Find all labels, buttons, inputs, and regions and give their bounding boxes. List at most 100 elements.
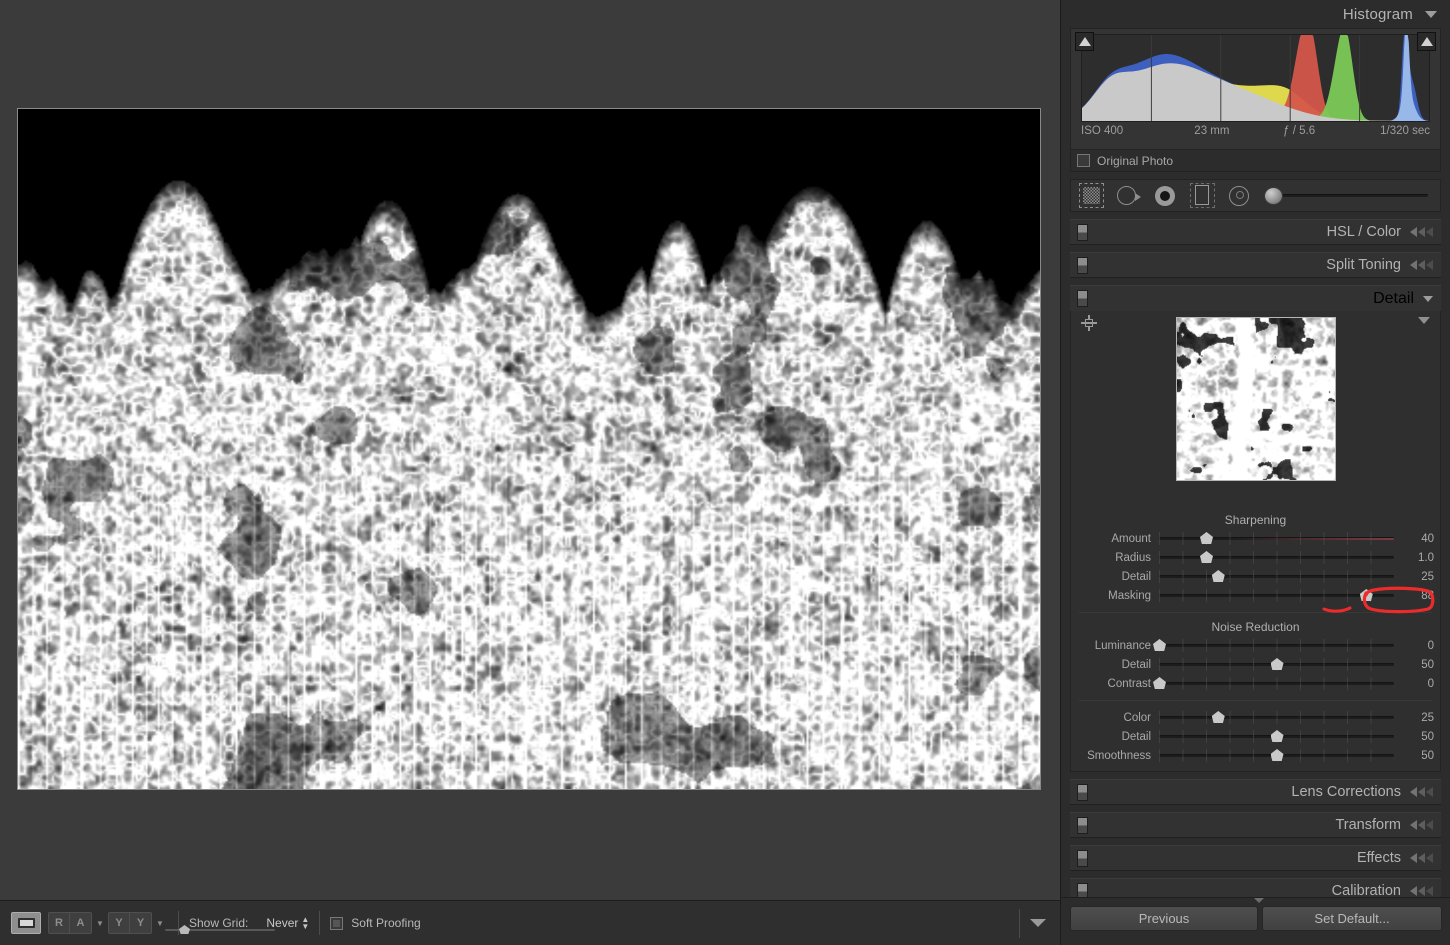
ya-label-left: Y bbox=[108, 912, 130, 934]
histogram-plot[interactable] bbox=[1081, 34, 1430, 122]
spot-removal-icon bbox=[1117, 186, 1136, 205]
graduated-filter-icon bbox=[1195, 185, 1209, 205]
slider-value[interactable]: 0 bbox=[1394, 640, 1434, 652]
panel-hsl-color[interactable]: HSL / Color bbox=[1070, 219, 1441, 245]
slider-value[interactable]: 25 bbox=[1394, 571, 1434, 583]
slider-color[interactable] bbox=[1159, 708, 1394, 727]
panel-effects[interactable]: Effects bbox=[1070, 845, 1441, 871]
ya-label-right: Y bbox=[130, 912, 152, 934]
panel-resize-notch[interactable] bbox=[1254, 898, 1264, 903]
detail-preview-chevron-down-icon[interactable] bbox=[1418, 317, 1430, 324]
panel-split-toning[interactable]: Split Toning bbox=[1070, 252, 1441, 278]
previous-button[interactable]: Previous bbox=[1070, 906, 1258, 931]
show-grid-select[interactable]: Never ▲ ▼ bbox=[266, 916, 309, 931]
slider-value[interactable]: 0 bbox=[1394, 678, 1434, 690]
show-grid-label: Show Grid: bbox=[189, 916, 249, 930]
exif-shutter-speed: 1/320 sec bbox=[1380, 125, 1430, 137]
slider-value[interactable]: 25 bbox=[1394, 712, 1434, 724]
panel-switch[interactable] bbox=[1077, 224, 1088, 241]
red-eye-tool[interactable] bbox=[1153, 183, 1178, 208]
toolbar-divider-2 bbox=[319, 911, 321, 935]
slider-value[interactable]: 50 bbox=[1394, 750, 1434, 762]
toolbar-chevron-down-icon[interactable] bbox=[1030, 919, 1046, 927]
slider-contrast[interactable] bbox=[1153, 674, 1394, 693]
ya-chevron-down-icon[interactable]: ▼ bbox=[154, 919, 166, 928]
slider-detail[interactable] bbox=[1159, 655, 1394, 674]
detail-zoom-preview[interactable] bbox=[1175, 317, 1336, 481]
spot-removal-tool[interactable] bbox=[1116, 183, 1141, 208]
highlight-clipping-indicator[interactable] bbox=[1417, 32, 1436, 51]
slider-radius[interactable] bbox=[1159, 548, 1394, 567]
loupe-view-button[interactable] bbox=[11, 912, 41, 934]
viewer-toolbar: R A ▼ Y Y ▼ Show Grid: Never ▲ ▼ Soft Pr… bbox=[0, 900, 1060, 945]
loupe-target-icon[interactable] bbox=[1081, 315, 1097, 331]
histogram-exif-row: ISO 400 23 mm ƒ / 5.6 1/320 sec bbox=[1081, 125, 1430, 141]
slider-ticks bbox=[1159, 639, 1394, 652]
slider-value[interactable]: 40 bbox=[1394, 533, 1434, 545]
panel-collapse-icon[interactable] bbox=[1410, 260, 1433, 270]
exif-iso: ISO 400 bbox=[1081, 125, 1124, 137]
sharpening-title: Sharpening bbox=[1224, 513, 1287, 527]
original-photo-checkbox[interactable] bbox=[1077, 154, 1090, 167]
panel-collapse-icon[interactable] bbox=[1410, 886, 1433, 896]
slider-label: Contrast bbox=[1107, 677, 1151, 690]
radial-filter-tool[interactable] bbox=[1227, 183, 1252, 208]
panel-transform[interactable]: Transform bbox=[1070, 812, 1441, 838]
histogram-panel: ISO 400 23 mm ƒ / 5.6 1/320 sec bbox=[1070, 28, 1441, 150]
slider-row-smoothness: Smoothness 50 bbox=[1071, 746, 1440, 765]
slider-masking[interactable] bbox=[1159, 586, 1394, 605]
slider-smoothness[interactable] bbox=[1159, 746, 1394, 765]
slider-detail[interactable] bbox=[1159, 727, 1394, 746]
graduated-filter-tool[interactable] bbox=[1190, 183, 1215, 208]
show-grid-group: Show Grid: Never ▲ ▼ bbox=[189, 916, 309, 931]
photo-canvas[interactable] bbox=[18, 109, 1040, 789]
color-noise-sliders: Color 25 Detail 50 Smoothness 50 bbox=[1071, 708, 1440, 765]
brush-slider-knob[interactable] bbox=[1264, 187, 1283, 205]
brush-size-slider[interactable] bbox=[1264, 183, 1432, 208]
slider-ticks bbox=[1159, 570, 1394, 583]
soft-proofing-group[interactable]: Soft Proofing bbox=[330, 916, 421, 930]
crop-overlay-tool[interactable] bbox=[1079, 183, 1104, 208]
slider-value[interactable]: 88 bbox=[1322, 586, 1435, 613]
panel-collapse-icon[interactable] bbox=[1410, 820, 1433, 830]
slider-luminance[interactable] bbox=[1153, 636, 1394, 655]
before-after-chevron-down-icon[interactable]: ▼ bbox=[94, 919, 106, 928]
chevron-down-icon[interactable] bbox=[1425, 10, 1437, 18]
loupe-view-icon bbox=[17, 918, 35, 928]
original-photo-row[interactable]: Original Photo bbox=[1070, 150, 1441, 172]
masking-overlay-preview[interactable] bbox=[17, 108, 1041, 790]
before-after-alt-button[interactable]: Y Y bbox=[108, 912, 152, 934]
toolbar-divider-3 bbox=[1019, 909, 1020, 938]
slider-detail[interactable] bbox=[1159, 567, 1394, 586]
detail-panel-header[interactable]: Detail bbox=[1070, 285, 1441, 311]
panel-title: Lens Corrections bbox=[1291, 784, 1401, 800]
panel-switch[interactable] bbox=[1077, 257, 1088, 274]
slider-label: Detail bbox=[1121, 658, 1151, 671]
slider-label: Luminance bbox=[1094, 639, 1151, 652]
panel-collapse-icon[interactable] bbox=[1410, 227, 1433, 237]
panel-switch[interactable] bbox=[1077, 817, 1088, 834]
panel-collapse-icon[interactable] bbox=[1410, 787, 1433, 797]
slider-label: Color bbox=[1123, 711, 1151, 724]
slider-ticks bbox=[1159, 711, 1394, 724]
before-after-button[interactable]: R A bbox=[48, 912, 92, 934]
slider-ticks bbox=[1159, 589, 1394, 602]
grid-opacity-slider[interactable] bbox=[165, 925, 275, 934]
histogram-header[interactable]: Histogram bbox=[1061, 0, 1450, 28]
set-default-button[interactable]: Set Default... bbox=[1262, 906, 1442, 931]
panel-title: Transform bbox=[1335, 817, 1401, 833]
slider-value[interactable]: 50 bbox=[1394, 659, 1434, 671]
detail-collapse-icon[interactable] bbox=[1423, 295, 1433, 302]
slider-value[interactable]: 1.0 bbox=[1394, 552, 1434, 564]
slider-amount[interactable] bbox=[1159, 529, 1394, 548]
panel-collapse-icon[interactable] bbox=[1410, 853, 1433, 863]
shadow-clipping-indicator[interactable] bbox=[1075, 32, 1094, 51]
detail-panel-body: Sharpening Amount 40 Radius 1.0 Detail 25 Mask… bbox=[1070, 311, 1441, 772]
slider-value[interactable]: 50 bbox=[1394, 731, 1434, 743]
detail-panel-switch[interactable] bbox=[1077, 290, 1088, 307]
panel-switch[interactable] bbox=[1077, 784, 1088, 801]
soft-proofing-checkbox[interactable] bbox=[330, 916, 344, 930]
panel-title: Effects bbox=[1356, 850, 1401, 866]
panel-switch[interactable] bbox=[1077, 850, 1088, 867]
panel-lens-corrections[interactable]: Lens Corrections bbox=[1070, 779, 1441, 805]
